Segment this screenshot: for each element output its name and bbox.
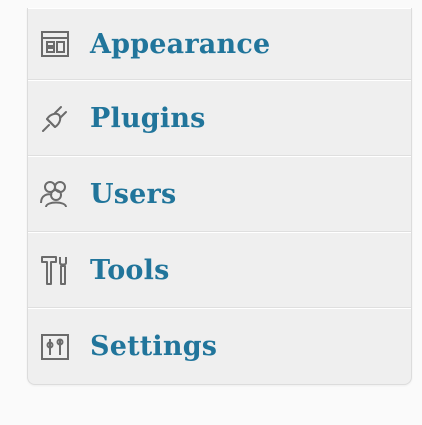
admin-sidebar-menu: Appearance Plugins Users Tools Settings [27,8,412,385]
menu-item-tools[interactable]: Tools [28,232,411,308]
appearance-icon [37,26,73,62]
menu-item-settings[interactable]: Settings [28,308,411,384]
menu-item-users[interactable]: Users [28,156,411,232]
menu-item-label: Plugins [90,102,206,134]
menu-item-plugins[interactable]: Plugins [28,80,411,156]
menu-item-label: Users [90,178,177,210]
tools-icon [37,252,73,288]
menu-item-label: Settings [90,331,218,362]
plug-icon [37,100,73,136]
settings-icon [37,329,73,365]
menu-item-label: Appearance [90,28,271,60]
menu-item-appearance[interactable]: Appearance [28,8,411,80]
users-icon [37,176,73,212]
menu-item-label: Tools [90,254,170,286]
